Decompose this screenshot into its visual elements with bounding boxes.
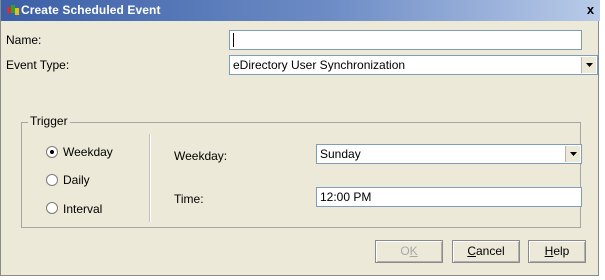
time-input[interactable]: 12:00 PM — [316, 187, 582, 207]
cancel-button[interactable]: Cancel — [452, 240, 520, 263]
name-input[interactable] — [229, 30, 582, 50]
weekday-select[interactable]: Sunday — [316, 144, 582, 164]
dialog-window: Create Scheduled Event x Name: Event Typ… — [0, 0, 600, 276]
radio-daily[interactable] — [46, 174, 58, 186]
radio-weekday-label[interactable]: Weekday — [63, 145, 113, 159]
radio-interval-label[interactable]: Interval — [63, 202, 102, 216]
event-type-select[interactable]: eDirectory User Synchronization — [229, 55, 598, 75]
trigger-divider — [149, 134, 151, 222]
trigger-group — [21, 122, 581, 228]
text-caret — [233, 33, 234, 47]
close-button[interactable]: x — [583, 3, 598, 17]
app-icon — [7, 5, 19, 15]
time-value: 12:00 PM — [320, 190, 372, 204]
weekday-label: Weekday: — [174, 149, 228, 163]
radio-weekday[interactable] — [46, 146, 58, 158]
time-label: Time: — [174, 192, 204, 206]
name-label: Name: — [6, 33, 42, 47]
window-title: Create Scheduled Event — [21, 3, 161, 17]
cancel-button-mnemonic: C — [467, 244, 476, 258]
title-bar[interactable]: Create Scheduled Event x — [1, 0, 600, 21]
event-type-dropdown-button[interactable] — [581, 57, 596, 73]
chevron-down-icon — [586, 63, 593, 67]
trigger-legend: Trigger — [28, 114, 70, 128]
weekday-dropdown-button[interactable] — [565, 146, 580, 162]
close-icon: x — [586, 2, 595, 17]
chevron-down-icon — [570, 152, 577, 156]
event-type-value: eDirectory User Synchronization — [233, 58, 406, 72]
ok-button[interactable]: OK — [375, 240, 443, 263]
radio-daily-label[interactable]: Daily — [63, 173, 90, 187]
help-button[interactable]: Help — [528, 240, 586, 263]
ok-button-label-pre: O — [400, 244, 410, 258]
event-type-label: Event Type: — [6, 58, 70, 72]
radio-interval[interactable] — [46, 202, 58, 214]
cancel-button-label-post: ancel — [475, 244, 505, 258]
help-button-label-post: elp — [553, 244, 570, 258]
weekday-value: Sunday — [320, 147, 361, 161]
ok-button-mnemonic: K — [409, 244, 418, 258]
